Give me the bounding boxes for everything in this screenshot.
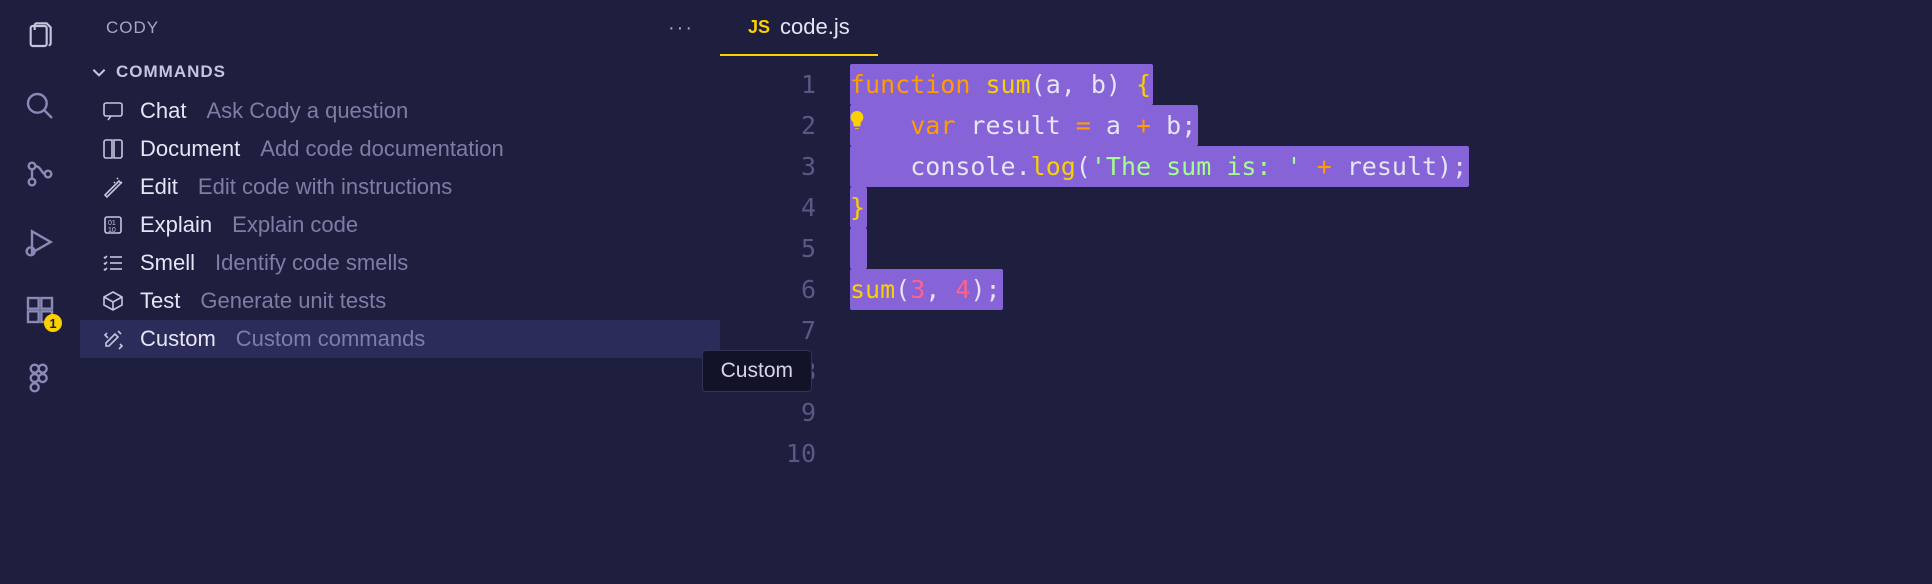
wand-icon: [100, 174, 126, 200]
figma-icon[interactable]: [20, 358, 60, 398]
sidebar: CODY ··· COMMANDS Chat Ask Cody a questi…: [80, 0, 720, 584]
code-line: [850, 392, 1932, 433]
tab-bar: JS code.js: [720, 0, 1932, 56]
command-label: Custom: [140, 326, 216, 352]
package-icon: [100, 288, 126, 314]
extensions-badge: 1: [44, 314, 62, 332]
js-file-icon: JS: [748, 17, 770, 38]
run-debug-icon[interactable]: [20, 222, 60, 262]
line-number: 5: [720, 228, 816, 269]
command-label: Chat: [140, 98, 186, 124]
command-smell[interactable]: Smell Identify code smells: [80, 244, 720, 282]
command-desc: Explain code: [232, 212, 358, 238]
command-chat[interactable]: Chat Ask Cody a question: [80, 92, 720, 130]
command-desc: Identify code smells: [215, 250, 408, 276]
command-label: Document: [140, 136, 240, 162]
line-number: 6: [720, 269, 816, 310]
line-number: 2: [720, 105, 816, 146]
code-line: }: [850, 187, 1932, 228]
source-control-icon[interactable]: [20, 154, 60, 194]
command-desc: Custom commands: [236, 326, 426, 352]
tab-filename: code.js: [780, 14, 850, 40]
explorer-icon[interactable]: [20, 18, 60, 58]
line-number: 10: [720, 433, 816, 474]
command-label: Explain: [140, 212, 212, 238]
more-icon[interactable]: ···: [668, 17, 694, 40]
section-title-label: COMMANDS: [116, 62, 226, 82]
code-line: console.log('The sum is: ' + result);: [850, 146, 1932, 187]
editor-body[interactable]: 1 2 3 4 5 6 7 8 9 10 function sum(a, b) …: [720, 56, 1932, 584]
code-line: [850, 433, 1932, 474]
editor-area: JS code.js 1 2 3 4 5 6 7 8 9 10 function…: [720, 0, 1932, 584]
command-desc: Add code documentation: [260, 136, 503, 162]
lightbulb-icon[interactable]: [846, 102, 868, 124]
command-list: Chat Ask Cody a question Document Add co…: [80, 92, 720, 358]
sidebar-header: CODY ···: [80, 0, 720, 56]
gutter: 1 2 3 4 5 6 7 8 9 10: [720, 56, 850, 584]
section-commands[interactable]: COMMANDS: [80, 56, 720, 92]
command-document[interactable]: Document Add code documentation: [80, 130, 720, 168]
svg-text:01: 01: [108, 220, 116, 227]
activity-bar: 1: [0, 0, 80, 584]
tab-code-js[interactable]: JS code.js: [720, 0, 878, 56]
tooltip-custom: Custom: [702, 350, 812, 392]
code-line: sum(3, 4);: [850, 269, 1932, 310]
command-label: Smell: [140, 250, 195, 276]
command-edit[interactable]: Edit Edit code with instructions: [80, 168, 720, 206]
command-label: Test: [140, 288, 180, 314]
code-line: [850, 228, 1932, 269]
chat-icon: [100, 98, 126, 124]
line-number: 4: [720, 187, 816, 228]
command-desc: Edit code with instructions: [198, 174, 452, 200]
code-content[interactable]: function sum(a, b) { var result = a + b;…: [850, 56, 1932, 584]
binary-icon: 0110: [100, 212, 126, 238]
code-line: function sum(a, b) {: [850, 64, 1932, 105]
command-explain[interactable]: 0110 Explain Explain code: [80, 206, 720, 244]
code-line: [850, 310, 1932, 351]
svg-text:10: 10: [108, 227, 116, 234]
command-test[interactable]: Test Generate unit tests: [80, 282, 720, 320]
command-desc: Ask Cody a question: [206, 98, 408, 124]
checklist-icon: [100, 250, 126, 276]
chevron-down-icon: [90, 63, 108, 81]
search-icon[interactable]: [20, 86, 60, 126]
book-icon: [100, 136, 126, 162]
tools-icon: [100, 326, 126, 352]
sidebar-title: CODY: [106, 18, 159, 38]
code-line: var result = a + b;: [850, 105, 1932, 146]
code-line: [850, 351, 1932, 392]
command-label: Edit: [140, 174, 178, 200]
line-number: 7: [720, 310, 816, 351]
extensions-icon[interactable]: 1: [20, 290, 60, 330]
command-desc: Generate unit tests: [200, 288, 386, 314]
line-number: 9: [720, 392, 816, 433]
command-custom[interactable]: Custom Custom commands: [80, 320, 720, 358]
line-number: 3: [720, 146, 816, 187]
line-number: 1: [720, 64, 816, 105]
